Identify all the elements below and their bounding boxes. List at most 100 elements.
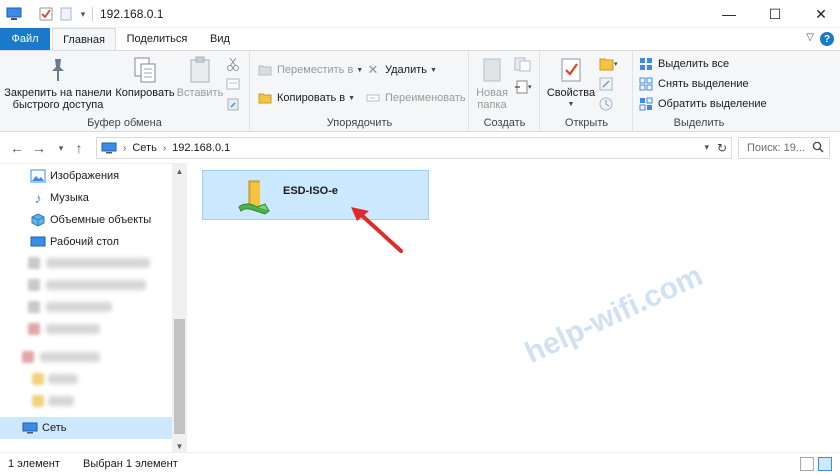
svg-text:▾: ▾ [528, 84, 532, 91]
paste-button[interactable]: Вставить [176, 55, 224, 99]
new-folder-quick-icon[interactable] [58, 6, 74, 22]
move-to-button[interactable]: Переместить в ▼ [257, 61, 363, 79]
blurred-drive-icon [28, 323, 40, 335]
blurred-entry [48, 396, 74, 406]
blurred-entry [46, 258, 150, 268]
forward-arrow-icon[interactable]: → [30, 139, 48, 157]
blurred-folder-icon [32, 373, 44, 385]
music-icon: ♪ [34, 190, 42, 206]
nav-item-desktop[interactable]: Рабочий стол [0, 231, 172, 253]
rename-button[interactable]: Переименовать [365, 89, 466, 107]
ribbon-tabs: Файл Главная Поделиться Вид ▽ ? [0, 28, 840, 51]
details-view-icon[interactable] [800, 457, 814, 471]
navigation-pane: Изображения ♪ Музыка Объемные объекты Ра… [0, 163, 187, 453]
address-bar[interactable]: › Сеть › 192.168.0.1 ▾ ↻ [96, 137, 732, 159]
properties-quick-icon[interactable] [38, 6, 54, 22]
scroll-up-icon[interactable]: ▲ [172, 164, 187, 178]
help-icon[interactable]: ? [820, 32, 834, 46]
breadcrumb-separator: › [123, 142, 127, 154]
tab-file[interactable]: Файл [0, 28, 50, 50]
nav-item-music[interactable]: ♪ Музыка [0, 187, 172, 209]
back-arrow-icon[interactable]: ← [8, 139, 26, 157]
copy-to-button[interactable]: Копировать в ▼ [257, 89, 355, 107]
blurred-drive-icon [28, 301, 40, 313]
scroll-down-icon[interactable]: ▼ [172, 439, 187, 453]
nav-item-3d-objects[interactable]: Объемные объекты [0, 209, 172, 231]
recent-locations-icon[interactable]: ▾ [52, 139, 70, 157]
tiles-view-icon[interactable] [818, 457, 832, 471]
selection-count: Выбран 1 элемент [83, 458, 178, 470]
blurred-entry [46, 280, 146, 290]
up-arrow-icon[interactable]: ↑ [70, 139, 88, 157]
blurred-drive-icon [22, 351, 34, 363]
new-folder-button[interactable]: Новая папка [472, 55, 512, 111]
search-icon[interactable] [812, 141, 824, 156]
maximize-button[interactable]: ☐ [752, 0, 798, 28]
new-item-icon[interactable] [514, 57, 534, 76]
desktop-icon [30, 234, 46, 250]
nav-item-network[interactable]: Сеть [0, 417, 172, 439]
tab-share[interactable]: Поделиться [122, 28, 192, 50]
item-count: 1 элемент [8, 458, 60, 470]
select-all-button[interactable]: Выделить все [638, 55, 729, 73]
pictures-icon [30, 168, 46, 184]
breadcrumb-host[interactable]: 192.168.0.1 [172, 142, 230, 154]
open-folder-icon[interactable]: ▾ [599, 57, 621, 74]
properties-icon [554, 55, 588, 85]
address-row: ← → ▾ ↑ › Сеть › 192.168.0.1 ▾ ↻ Поиск: … [0, 133, 840, 163]
select-none-button[interactable]: Снять выделение [638, 75, 749, 93]
cube-icon [30, 212, 46, 228]
easy-access-icon[interactable]: ▾ [514, 79, 534, 98]
select-group: Выделить все Снять выделение Обратить вы… [634, 51, 767, 132]
customize-toolbar-icon[interactable]: ▾ [75, 6, 91, 22]
red-arrow-annotation [351, 207, 403, 253]
pin-to-quick-access-button[interactable]: Закрепить на панели быстрого доступа [4, 55, 112, 111]
search-input[interactable]: Поиск: 19... [738, 137, 830, 159]
clipboard-group: Закрепить на панели быстрого доступа Коп… [0, 51, 250, 132]
chevron-down-icon[interactable]: ▽ [806, 32, 814, 43]
network-icon [22, 420, 38, 436]
clipboard-icon [183, 55, 217, 85]
create-group: Новая папка ▾ Создать [470, 51, 540, 132]
open-group: Свойства ▼ ▾ Открыть [541, 51, 633, 132]
tab-view[interactable]: Вид [198, 28, 242, 50]
properties-button[interactable]: Свойства ▼ [545, 55, 597, 111]
nav-scrollbar[interactable]: ▲ ▼ [172, 164, 187, 453]
quick-access-separator [92, 7, 93, 21]
file-list: ESD-ISO-e [187, 163, 840, 452]
refresh-icon[interactable]: ↻ [717, 141, 727, 155]
invert-selection-button[interactable]: Обратить выделение [638, 95, 767, 113]
blurred-entry [40, 352, 100, 362]
select-none-icon [638, 76, 654, 92]
blurred-drive-icon [28, 279, 40, 291]
close-button[interactable]: ✕ [798, 0, 840, 28]
breadcrumb-network[interactable]: Сеть [132, 142, 156, 154]
network-location-icon [101, 142, 117, 154]
copy-path-icon[interactable] [226, 77, 240, 94]
edit-icon[interactable] [599, 77, 613, 94]
delete-icon: ✕ [367, 62, 379, 77]
scrollbar-thumb[interactable] [174, 319, 185, 434]
breadcrumb-separator: › [162, 142, 167, 154]
minimize-button[interactable]: — [706, 0, 752, 28]
paste-shortcut-icon[interactable] [226, 97, 240, 114]
svg-text:▾: ▾ [614, 61, 618, 68]
blurred-drive-icon [28, 257, 40, 269]
address-dropdown-icon[interactable]: ▾ [704, 142, 709, 153]
copy-button[interactable]: Копировать [114, 55, 176, 99]
delete-button[interactable]: ✕ Удалить ▼ [365, 61, 437, 79]
folder-copy-icon [257, 90, 273, 106]
title-bar: ▾ 192.168.0.1 — ☐ ✕ [0, 0, 840, 28]
blurred-folder-icon [32, 395, 44, 407]
cut-icon[interactable] [226, 57, 240, 74]
shared-folder-icon [235, 177, 271, 218]
new-folder-icon [475, 55, 509, 85]
blurred-entry [46, 302, 112, 312]
status-bar: 1 элемент Выбран 1 элемент [0, 452, 840, 474]
tab-home[interactable]: Главная [52, 28, 116, 51]
pin-icon [41, 55, 75, 85]
nav-item-pictures[interactable]: Изображения [0, 165, 172, 187]
folder-move-icon [257, 62, 273, 78]
history-icon[interactable] [599, 97, 613, 114]
computer-icon[interactable] [6, 6, 22, 22]
